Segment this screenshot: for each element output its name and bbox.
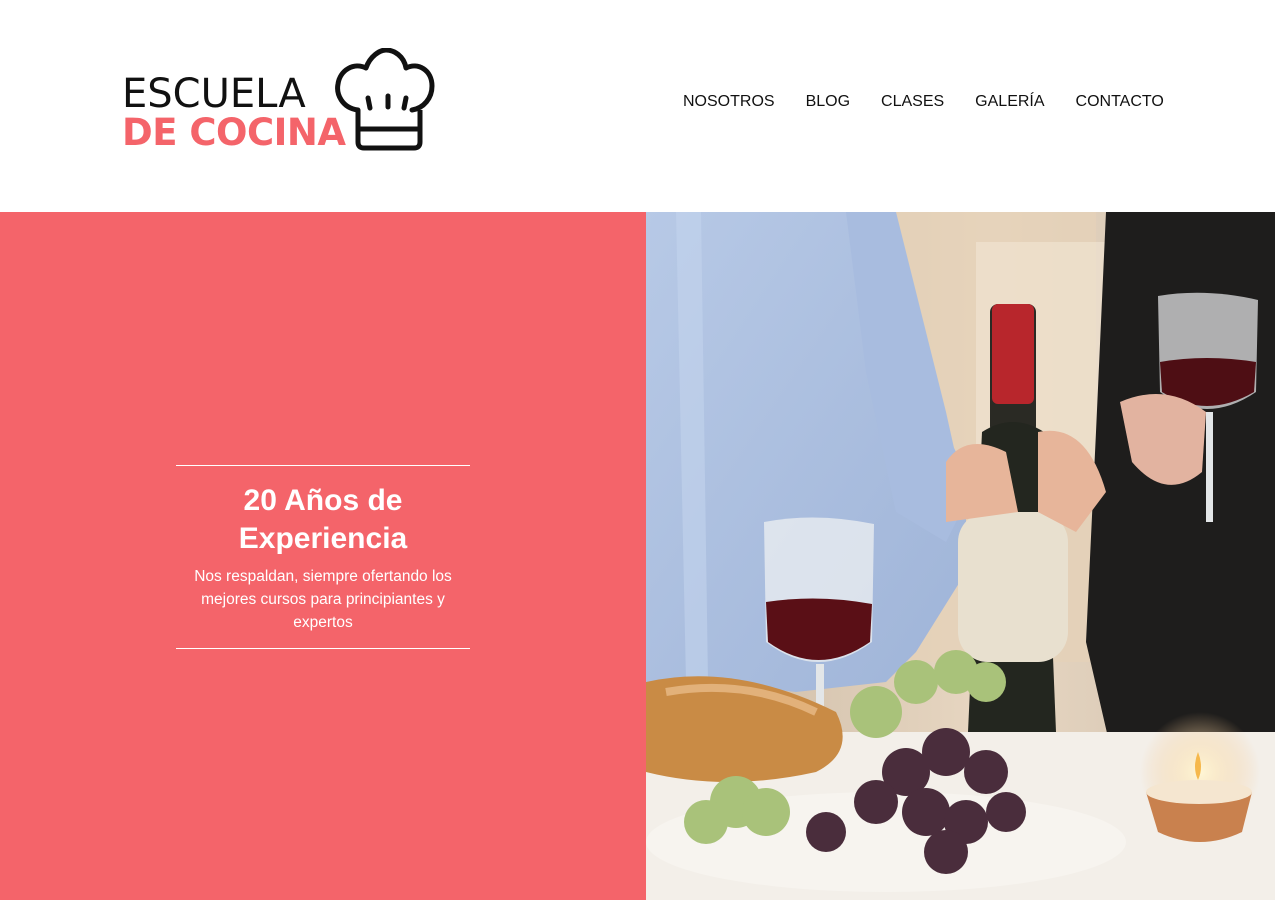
hero-photo [646,212,1275,900]
nav-link-galeria[interactable]: GALERÍA [975,92,1044,112]
main-nav: NOSOTROS BLOG CLASES GALERÍA CONTACTO [683,92,1164,112]
hero-section: 20 Años de Experiencia Nos respaldan, si… [0,212,1275,900]
logo-line-1: ESCUELA [122,71,306,117]
logo-line-2: DE COCINA [122,111,346,154]
nav-link-clases[interactable]: CLASES [881,92,944,112]
wine-scene-image [646,212,1275,900]
chef-hat-icon [335,48,435,151]
nav-link-contacto[interactable]: CONTACTO [1076,92,1164,112]
experience-description: Nos respaldan, siempre ofertando los mej… [194,568,452,631]
site-logo[interactable]: ESCUELA DE COCINA [120,48,440,156]
nav-link-nosotros[interactable]: NOSOTROS [683,92,775,112]
experience-title: 20 Años de Experiencia [238,484,408,555]
site-header: ESCUELA DE COCINA NOSOTROS BLOG CLASES G… [0,0,1275,212]
experience-block: 20 Años de Experiencia Nos respaldan, si… [176,465,470,649]
experience-panel: 20 Años de Experiencia Nos respaldan, si… [0,212,646,900]
nav-link-blog[interactable]: BLOG [806,92,850,112]
